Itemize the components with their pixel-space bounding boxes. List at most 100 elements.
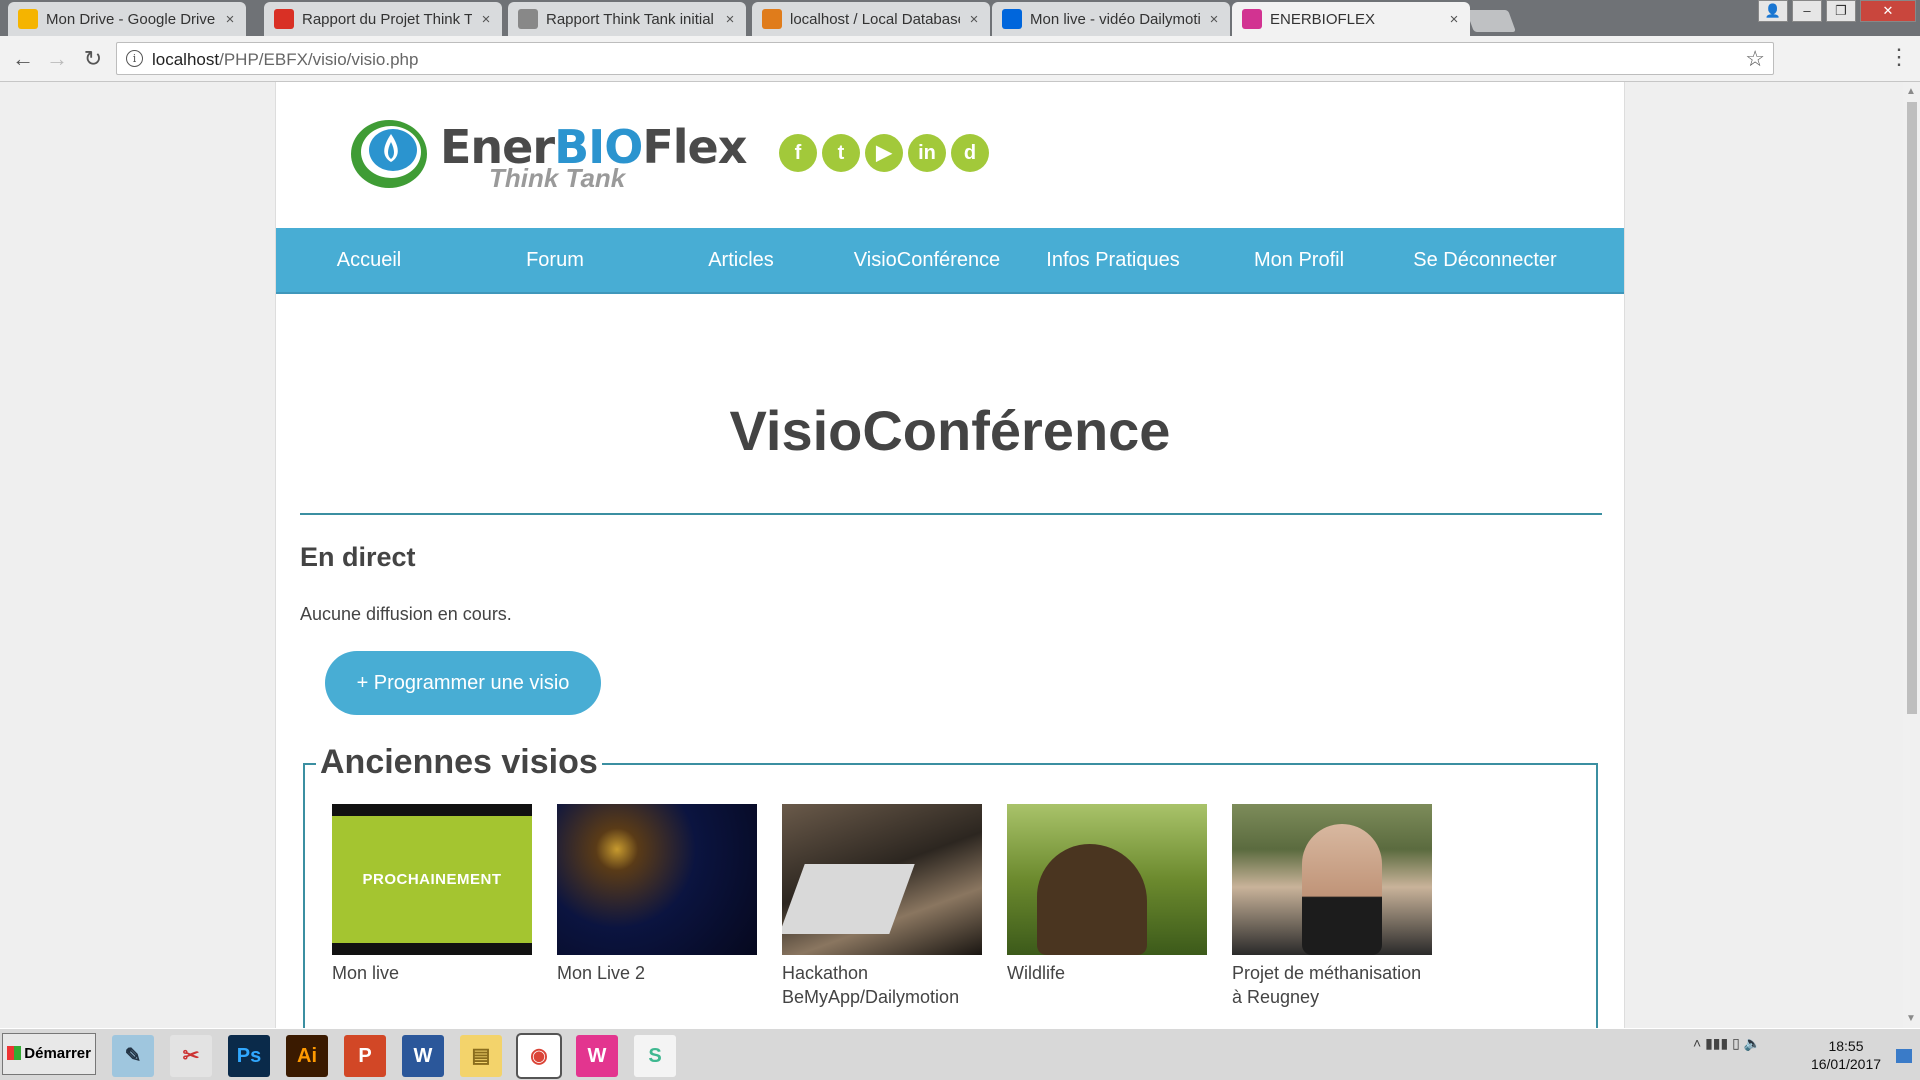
browser-menu-icon[interactable]: ⋮ [1888,44,1910,74]
illustrator-icon[interactable]: Ai [286,1035,328,1077]
tab-title: ENERBIOFLEX [1270,10,1376,28]
show-desktop-button[interactable] [1896,1049,1912,1063]
video-item[interactable]: Wildlife [1007,804,1207,985]
vertical-scrollbar[interactable]: ▲ ▼ [1903,82,1920,1028]
tab-close-icon[interactable]: × [722,11,738,28]
snipping-tool-icon[interactable]: ✂ [170,1035,212,1077]
reload-icon[interactable]: ↻ [78,44,108,74]
chrome-icon[interactable]: ◉ [516,1033,562,1079]
video-thumbnail[interactable]: PROCHAINEMENT [332,804,532,955]
nav-item[interactable]: Se Déconnecter [1392,228,1578,292]
windows-flag-icon [7,1046,21,1060]
scroll-up-arrow-icon[interactable]: ▲ [1906,86,1916,97]
video-item[interactable]: Hackathon BeMyApp/Dailymotion [782,804,982,1009]
video-title[interactable]: Wildlife [1007,961,1207,985]
tab-close-icon[interactable]: × [966,11,982,28]
video-title[interactable]: Projet de méthanisation à Reugney [1232,961,1432,1009]
enerbioflex-icon [1242,9,1262,29]
tab-close-icon[interactable]: × [478,11,494,28]
new-tab-button[interactable] [1465,10,1517,32]
tab-close-icon[interactable]: × [222,11,238,28]
laptop-figure [782,864,915,934]
title-divider [300,513,1602,515]
linkedin-icon[interactable]: in [908,134,946,172]
scroll-down-arrow-icon[interactable]: ▼ [1906,1013,1916,1024]
url-host: localhost [152,50,220,69]
bookmark-star-icon[interactable]: ☆ [1745,46,1765,72]
browser-tab-strip: Mon Drive - Google Drive × Rapport du Proj… [0,0,1920,36]
tab-title: Rapport du Projet Think Ta [302,10,472,28]
dailymotion-icon[interactable]: d [951,134,989,172]
restore-button[interactable]: ❐ [1826,0,1856,22]
notepad-icon[interactable]: ✎ [112,1035,154,1077]
system-tray[interactable]: ˄ ▮▮▮ ▯ 🔈 [1693,1035,1761,1052]
start-button[interactable]: Démarrer [2,1033,96,1075]
tab-close-icon[interactable]: × [1206,11,1222,28]
marmot-figure [1037,844,1147,955]
nav-item[interactable]: Mon Profil [1206,228,1392,292]
browser-tab[interactable]: Rapport du Projet Think Ta × [264,2,502,36]
document-icon [518,9,538,29]
forward-icon[interactable]: → [42,44,72,74]
browser-tab[interactable]: Rapport Think Tank initial × [508,2,746,36]
file-explorer-icon[interactable]: ▤ [460,1035,502,1077]
video-title[interactable]: Mon live [332,961,532,985]
nav-item[interactable]: Accueil [276,228,462,292]
interviewee-figure [1302,824,1382,955]
tab-close-icon[interactable]: × [1446,11,1462,28]
clock-time: 18:55 [1828,1038,1864,1054]
video-title[interactable]: Mon Live 2 [557,961,757,985]
social-links: f t ▶ in d [779,134,989,172]
video-thumbnail[interactable] [557,804,757,955]
logo-flex: Flex [642,120,747,174]
video-thumbnail[interactable] [1007,804,1207,955]
enerbioflex-logo[interactable]: EnerBIOFlex Think Tank [347,112,747,193]
twitter-icon[interactable]: t [822,134,860,172]
start-label: Démarrer [24,1045,91,1062]
thumbnail-coming-soon: PROCHAINEMENT [332,816,532,943]
close-window-button[interactable]: ✕ [1860,0,1916,22]
nav-item[interactable]: Forum [462,228,648,292]
browser-tab[interactable]: Mon live - vidéo Dailymotio × [992,2,1230,36]
nav-item[interactable]: Infos Pratiques [1020,228,1206,292]
nav-item[interactable]: VisioConférence [834,228,1020,292]
video-item[interactable]: PROCHAINEMENT Mon live [332,804,532,985]
minimize-button[interactable]: – [1792,0,1822,22]
tab-title: Mon live - vidéo Dailymotio [1030,10,1200,28]
no-broadcast-text: Aucune diffusion en cours. [300,604,512,624]
video-item[interactable]: Projet de méthanisation à Reugney [1232,804,1432,1009]
main-navigation: Accueil Forum Articles VisioConférence Infos… [276,228,1624,294]
taskbar-clock[interactable]: 18:55 16/01/2017 [1806,1037,1886,1073]
address-url: localhost/PHP/EBFX/visio/visio.php [152,50,418,70]
browser-tab[interactable]: localhost / Local Database × [752,2,990,36]
logo-tagline: Think Tank [489,163,626,193]
page-info-icon[interactable]: i [126,50,143,67]
wamp-icon[interactable]: W [576,1035,618,1077]
address-bar[interactable]: i localhost/PHP/EBFX/visio/visio.php ☆ [116,42,1774,75]
gmail-icon [274,9,294,29]
facebook-icon[interactable]: f [779,134,817,172]
live-heading: En direct [300,542,416,572]
back-icon[interactable]: ← [8,44,38,74]
word-icon[interactable]: W [402,1035,444,1077]
scrollbar-thumb[interactable] [1907,102,1917,714]
tab-title: Mon Drive - Google Drive [46,10,216,28]
slack-icon[interactable]: S [634,1035,676,1077]
phpmyadmin-icon [762,9,782,29]
photoshop-icon[interactable]: Ps [228,1035,270,1077]
video-thumbnail[interactable] [1232,804,1432,955]
schedule-visio-button[interactable]: + Programmer une visio [325,651,601,715]
user-profile-button[interactable]: 👤 [1758,0,1788,22]
powerpoint-icon[interactable]: P [344,1035,386,1077]
browser-tab[interactable]: ENERBIOFLEX × [1232,2,1470,36]
video-title[interactable]: Hackathon BeMyApp/Dailymotion [782,961,982,1009]
youtube-icon[interactable]: ▶ [865,134,903,172]
page-viewport: EnerBIOFlex Think Tank f t ▶ in d Accueil For… [0,82,1903,1028]
page-title: VisioConférence [729,399,1171,462]
nav-item[interactable]: Articles [648,228,834,292]
video-item[interactable]: Mon Live 2 [557,804,757,985]
video-thumbnail[interactable] [782,804,982,955]
browser-tab[interactable]: Mon Drive - Google Drive × [8,2,246,36]
past-visios-heading: Anciennes visios [316,743,602,782]
windows-taskbar: Démarrer ✎ ✂ Ps Ai P W ▤ ◉ W S ˄ ▮▮▮ ▯ 🔈 18:55 16… [0,1028,1920,1080]
